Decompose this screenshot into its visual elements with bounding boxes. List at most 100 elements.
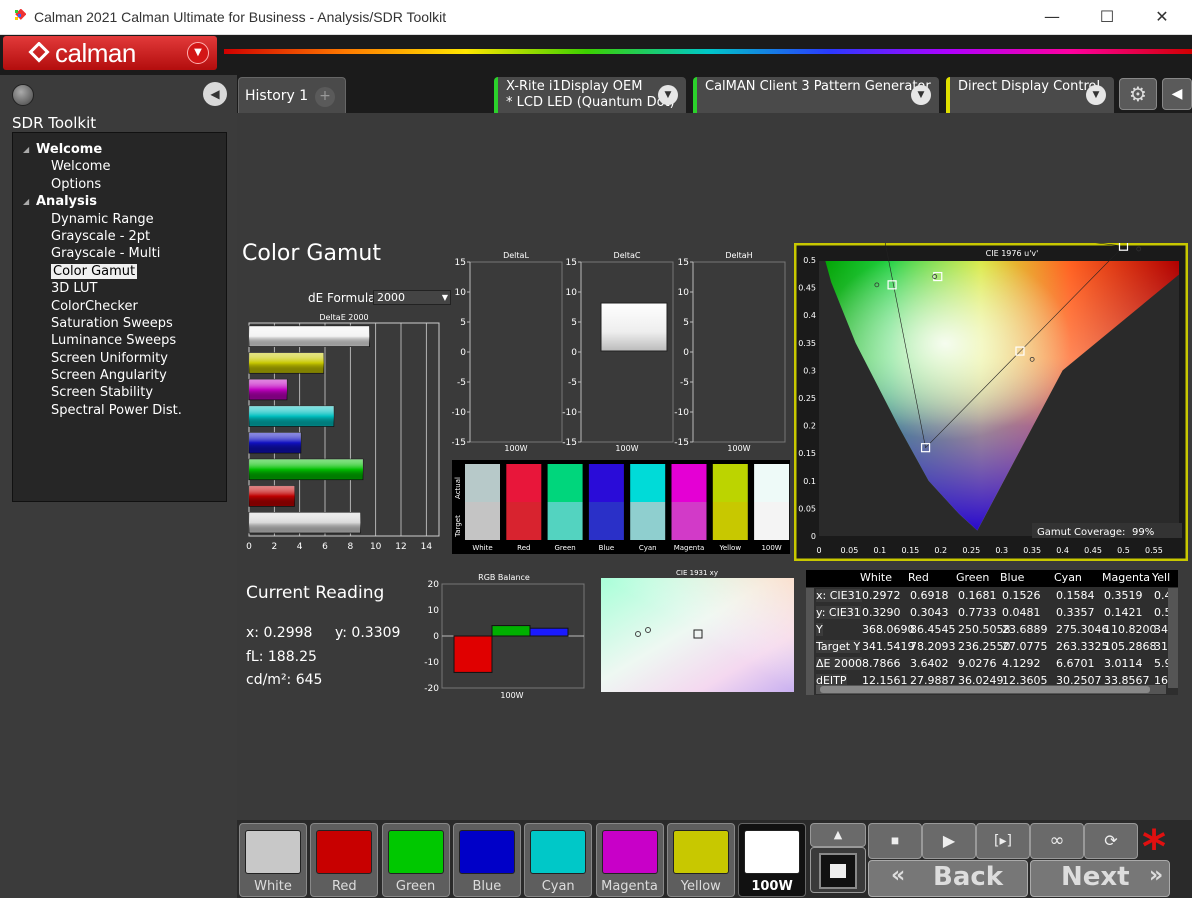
logo-text: calman [55, 38, 136, 68]
sidebar-orb-icon[interactable] [12, 84, 34, 106]
delta-xlabel: 100W [615, 444, 638, 453]
tree-item[interactable]: Screen Angularity [13, 367, 226, 384]
tree-item[interactable]: Luminance Sweeps [13, 332, 226, 349]
swatch-cyan[interactable]: Cyan [524, 823, 593, 897]
play-button[interactable]: ▶ [922, 823, 976, 859]
tree-item[interactable]: Grayscale - 2pt [13, 228, 226, 245]
gamut-coverage-label: Gamut Coverage: [1037, 527, 1125, 538]
deltae-bar-shade [249, 485, 295, 507]
table-header-cell[interactable]: Cyan [1054, 571, 1082, 584]
tree-item[interactable]: Grayscale - Multi [13, 245, 226, 262]
tree-item[interactable]: Options [13, 176, 226, 193]
delta-chart-title: DeltaL [503, 251, 529, 260]
de-formula-label: dE Formula: [308, 291, 380, 305]
swatch-100w[interactable]: 100W [738, 823, 807, 897]
asterisk-icon[interactable]: * [1142, 820, 1166, 874]
tab-scroll-left-button[interactable]: ◀ [1162, 78, 1192, 110]
refresh-button[interactable]: ⟳ [1084, 823, 1138, 859]
back-button[interactable]: « Back [868, 860, 1028, 897]
device-tab-source[interactable]: CalMAN Client 3 Pattern Generator ▼ [693, 77, 939, 113]
tree-group-welcome[interactable]: ◢ Welcome [13, 141, 226, 158]
logo-dropdown-icon[interactable]: ▼ [187, 42, 209, 64]
table-header-cell[interactable]: Green [956, 571, 989, 584]
tree-item[interactable]: ColorChecker [13, 298, 226, 315]
tab-history[interactable]: History 1 + [238, 77, 346, 113]
rgb-tick: 20 [428, 580, 440, 590]
actual-label: Actual [454, 477, 462, 499]
swatch-yellow[interactable]: Yellow [666, 823, 735, 897]
swatch-white[interactable]: White [239, 823, 307, 897]
table-header-cell[interactable]: White [860, 571, 892, 584]
close-button[interactable]: ✕ [1146, 5, 1178, 29]
table-header-cell[interactable]: Red [908, 571, 929, 584]
table-cell: 0.3357 [1056, 606, 1095, 619]
tree-item[interactable]: Screen Stability [13, 384, 226, 401]
chevron-down-icon[interactable]: ▼ [911, 85, 931, 105]
deltae-bar-shade [249, 432, 301, 454]
delta-xlabel: 100W [504, 444, 527, 453]
tree-item-label: Screen Uniformity [51, 350, 168, 366]
table-header-cell[interactable]: Blue [1000, 571, 1024, 584]
collapse-sidebar-button[interactable]: ◀ [203, 82, 227, 106]
stop-read-button[interactable] [810, 847, 866, 893]
swatch-green[interactable]: Green [381, 823, 450, 897]
de-formula-select[interactable]: 2000 ▼ [373, 290, 451, 305]
chevron-down-icon[interactable]: ▼ [1086, 85, 1106, 105]
expand-arrow-icon[interactable]: ◢ [23, 141, 29, 158]
stop-button[interactable]: ⏹ [868, 823, 922, 859]
expand-arrow-icon[interactable]: ◢ [23, 193, 29, 210]
settings-gear-button[interactable]: ⚙ [1119, 78, 1157, 110]
swatch-magenta[interactable]: Magenta [595, 823, 664, 897]
table-cell: 341.5419 [862, 640, 915, 653]
table-cell: 6.6701 [1056, 657, 1095, 670]
tree-item-label: Saturation Sweeps [51, 315, 173, 331]
deltae-tick: 4 [297, 542, 303, 552]
table-horizontal-scrollbar[interactable] [816, 685, 1166, 694]
scroll-up-button[interactable]: ▲ [810, 823, 866, 847]
device-tab-display[interactable]: Direct Display Control ▼ [946, 77, 1114, 113]
calman-logo-menu[interactable]: calman ▼ [3, 36, 217, 70]
actual-swatch-magenta [671, 464, 707, 502]
tree-item[interactable]: 3D LUT [13, 280, 226, 297]
table-cell: y: CIE31 [816, 606, 861, 619]
refresh-icon: ⟳ [1104, 831, 1118, 850]
chevron-down-icon[interactable]: ▼ [658, 85, 678, 105]
device-tab-meter[interactable]: X-Rite i1Display OEM * LCD LED (Quantum … [494, 77, 686, 113]
tree-item[interactable]: Spectral Power Dist. [13, 402, 226, 419]
table-row: Y 368.0690 86.4545 250.5058 23.6889 275.3046 1… [806, 622, 1178, 639]
delta-tick: 10 [455, 288, 467, 298]
scrollbar-thumb[interactable] [820, 686, 1150, 693]
target-swatch-cyan [630, 502, 666, 540]
table-cell: 0.1526 [1002, 589, 1041, 602]
tree-item[interactable]: Screen Uniformity [13, 350, 226, 367]
maximize-button[interactable]: ☐ [1091, 5, 1123, 29]
swatch-label: Cyan [541, 879, 575, 894]
tree-item[interactable]: Dynamic Range [13, 211, 226, 228]
delta-tick: 10 [566, 288, 578, 298]
add-tab-button[interactable]: + [315, 87, 335, 107]
target-swatch-yellow [712, 502, 748, 540]
actual-swatch-yellow [712, 464, 748, 502]
table-row: Target Y 341.5419 78.2093 236.2550 27.0775 26… [806, 639, 1178, 656]
minimize-button[interactable]: — [1036, 5, 1068, 29]
delta-tick: 10 [678, 288, 690, 298]
deltae-chart: DeltaE 2000 0 2 4 6 8 10 12 14 [246, 313, 440, 552]
swatch-blue[interactable]: Blue [452, 823, 521, 897]
tree-group-analysis[interactable]: ◢ Analysis [13, 193, 226, 210]
swatch-red[interactable]: Red [310, 823, 379, 897]
measurement-table[interactable]: White Red Green Blue Cyan Magenta Yell x: CIE31… [806, 570, 1178, 695]
read-series-button[interactable]: [▸] [976, 823, 1030, 859]
table-header-cell[interactable]: Magenta [1102, 571, 1150, 584]
tree-item[interactable]: Welcome [13, 158, 226, 175]
table-row-gutter [806, 588, 814, 695]
device-tab-source-name: CalMAN Client 3 Pattern Generator [705, 79, 931, 94]
gear-icon: ⚙ [1129, 82, 1147, 106]
table-header-cell[interactable]: Yell [1152, 571, 1170, 584]
tree-item[interactable]: Saturation Sweeps [13, 315, 226, 332]
table-cell: 105.2868 [1104, 640, 1157, 653]
tree-item[interactable]: Color Gamut [13, 263, 226, 280]
sidebar-heading: SDR Toolkit [12, 114, 97, 132]
continuous-button[interactable]: ∞ [1030, 823, 1084, 859]
target-swatch-green [547, 502, 583, 540]
table-vertical-scrollbar[interactable] [1168, 588, 1178, 688]
